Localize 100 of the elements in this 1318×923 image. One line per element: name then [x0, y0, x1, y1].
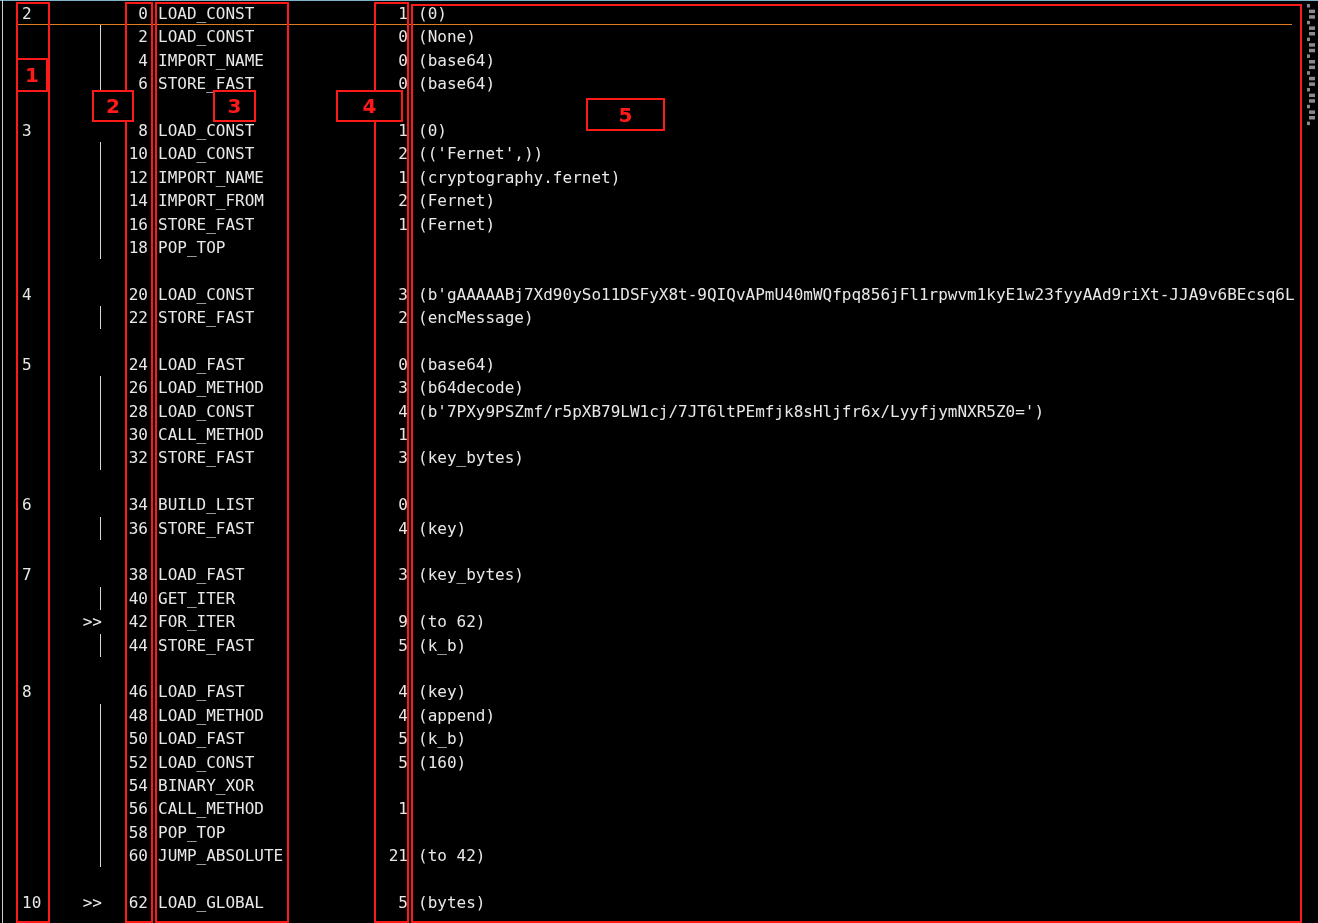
arg-value: (k_b): [418, 729, 467, 749]
opcode-arg: 2: [398, 144, 408, 164]
annotation-label: 4: [336, 90, 403, 122]
opcode-name: LOAD_FAST: [158, 729, 245, 749]
opcode-arg: 4: [398, 518, 408, 538]
arg-value: (key_bytes): [418, 565, 524, 585]
opcode-arg: 0: [398, 495, 408, 515]
opcode-name: GET_ITER: [158, 588, 236, 608]
arg-value: (k_b): [418, 635, 467, 655]
annotation-label: 3: [213, 90, 256, 122]
jump-target-marker: >>: [82, 891, 102, 914]
arg-value: (None): [418, 27, 476, 47]
arg-value: (key_bytes): [418, 448, 524, 468]
opcode-arg: 1: [398, 214, 408, 234]
offset: 2: [138, 27, 148, 47]
offset: 42: [128, 612, 148, 632]
opcode-name: BUILD_LIST: [158, 495, 255, 515]
annotation-label: 1: [16, 58, 48, 92]
opcode-arg: 4: [398, 682, 408, 702]
opcode-arg: 5: [398, 892, 408, 912]
offset: 52: [128, 752, 148, 772]
opcode-name: LOAD_CONST: [158, 284, 255, 304]
annotation-label: 2: [92, 90, 134, 122]
opcode-name: LOAD_CONST: [158, 120, 255, 140]
opcode-name: STORE_FAST: [158, 448, 255, 468]
opcode-name: LOAD_CONST: [158, 4, 255, 23]
line-number: 7: [22, 565, 32, 585]
opcode-arg: 9: [398, 612, 408, 632]
opcode-name: FOR_ITER: [158, 612, 236, 632]
opcode-name: STORE_FAST: [158, 635, 255, 655]
opcode-name: CALL_METHOD: [158, 799, 264, 819]
offset: 10: [128, 144, 148, 164]
opcode-name: IMPORT_NAME: [158, 50, 264, 70]
opcode-arg: 2: [398, 308, 408, 328]
offset: 26: [128, 378, 148, 398]
opcode-arg: 5: [398, 752, 408, 772]
opcode-arg: 2: [398, 191, 408, 211]
arg-value: (Fernet): [418, 214, 496, 234]
opcode-arg: 1: [398, 167, 408, 187]
line-number: 5: [22, 354, 32, 374]
arg-value: (Fernet): [418, 191, 496, 211]
arg-value: (0): [418, 120, 447, 140]
arg-value: (key): [418, 518, 467, 538]
opcode-name: LOAD_METHOD: [158, 705, 264, 725]
arg-value: (base64): [418, 50, 496, 70]
offset: 16: [128, 214, 148, 234]
offset: 4: [138, 50, 148, 70]
opcode-arg: 1: [398, 425, 408, 445]
offset: 32: [128, 448, 148, 468]
opcode-name: LOAD_CONST: [158, 27, 255, 47]
line-number: 6: [22, 495, 32, 515]
arg-value: (b64decode): [418, 378, 524, 398]
opcode-name: STORE_FAST: [158, 214, 255, 234]
opcode-name: LOAD_METHOD: [158, 378, 264, 398]
offset: 34: [128, 495, 148, 515]
arg-value: (b'7PXy9PSZmf/r5pXB79LW1cj/7JT6ltPEmfjk8sHljfr6x/LyyfjymNXR5Z0='): [418, 401, 1045, 421]
opcode-name: LOAD_CONST: [158, 752, 255, 772]
line-number: 2: [22, 4, 32, 23]
offset: 46: [128, 682, 148, 702]
opcode-name: POP_TOP: [158, 822, 226, 842]
opcode-arg: 1: [398, 120, 408, 140]
arg-value: (key): [418, 682, 467, 702]
opcode-name: LOAD_FAST: [158, 354, 245, 374]
opcode-name: LOAD_CONST: [158, 401, 255, 421]
offset: 28: [128, 401, 148, 421]
offset: 38: [128, 565, 148, 585]
offset: 12: [128, 167, 148, 187]
offset: 0: [138, 4, 148, 23]
offset: 48: [128, 705, 148, 725]
opcode-name: JUMP_ABSOLUTE: [158, 846, 284, 866]
annotation-label: 5: [586, 98, 665, 131]
arg-value: (base64): [418, 74, 496, 94]
offset: 6: [138, 74, 148, 94]
offset: 58: [128, 822, 148, 842]
opcode-arg: 0: [398, 50, 408, 70]
arg-value: (b'gAAAAABj7Xd90ySo11DSFyX8t-9QIQvAPmU40mWQfpq856jFl1rpwvm1kyE1w23fyyAAd9riXt-JJA9v6BEcsq6L: [418, 284, 1295, 304]
opcode-arg: 1: [398, 4, 408, 23]
opcode-arg: 3: [398, 284, 408, 304]
opcode-name: LOAD_FAST: [158, 682, 245, 702]
line-number: 4: [22, 284, 32, 304]
arg-value: (160): [418, 752, 467, 772]
offset: 44: [128, 635, 148, 655]
offset: 22: [128, 308, 148, 328]
offset: 20: [128, 284, 148, 304]
opcode-name: BINARY_XOR: [158, 775, 255, 795]
arg-value: (cryptography.fernet): [418, 167, 621, 187]
opcode-name: LOAD_GLOBAL: [158, 892, 264, 912]
offset: 18: [128, 237, 148, 257]
offset: 50: [128, 729, 148, 749]
opcode-name: IMPORT_NAME: [158, 167, 264, 187]
line-number: 3: [22, 120, 32, 140]
opcode-arg: 0: [398, 27, 408, 47]
opcode-arg: 4: [398, 705, 408, 725]
offset: 54: [128, 775, 148, 795]
opcode-name: LOAD_CONST: [158, 144, 255, 164]
arg-value: (to 42): [418, 846, 486, 866]
offset: 30: [128, 425, 148, 445]
opcode-arg: 4: [398, 401, 408, 421]
arg-value: (('Fernet',)): [418, 144, 544, 164]
opcode-arg: 3: [398, 565, 408, 585]
